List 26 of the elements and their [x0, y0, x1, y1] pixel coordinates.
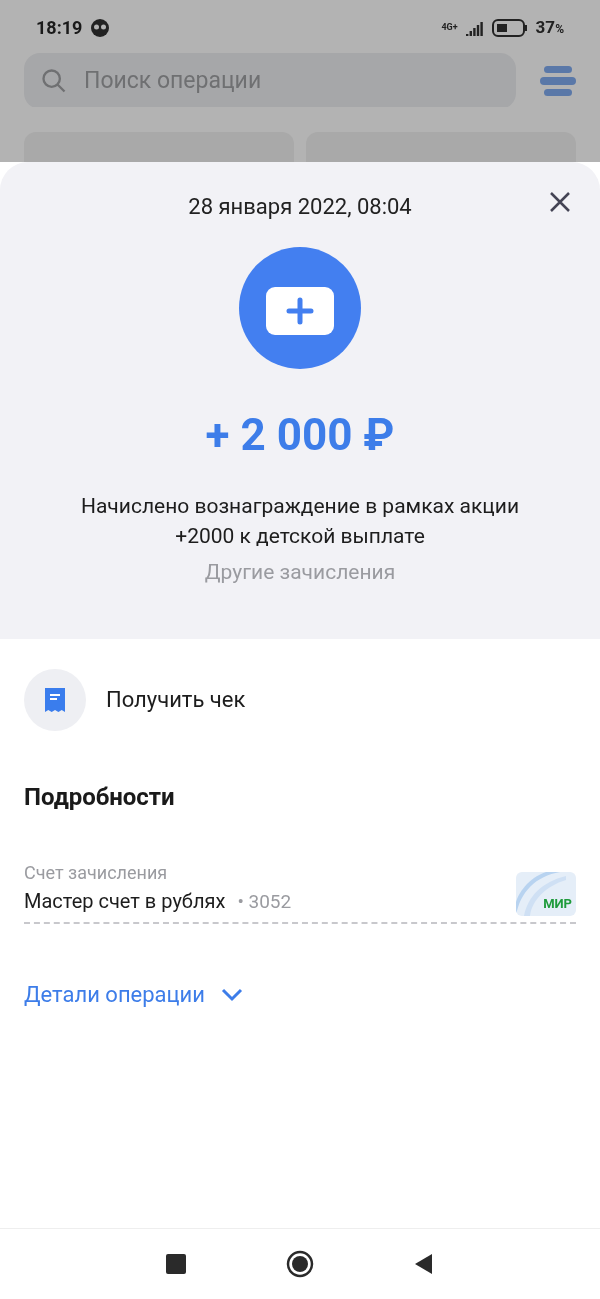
- battery-level: 37%: [535, 15, 564, 39]
- back-icon[interactable]: [414, 1253, 434, 1275]
- network-label: 4G+: [441, 23, 458, 32]
- battery-icon: [491, 18, 528, 37]
- card-brand: МИР: [543, 896, 572, 910]
- account-label: Счет зачисления: [24, 860, 169, 885]
- chevron-icon: [221, 987, 243, 1002]
- operation-details-toggle[interactable]: Детали операции: [24, 978, 576, 1011]
- account-number: • 3052: [237, 888, 292, 915]
- close-icon: [548, 190, 572, 214]
- recent-apps-icon[interactable]: [166, 1254, 186, 1274]
- signal-icon: [465, 19, 484, 36]
- search-icon: [40, 67, 68, 95]
- get-receipt-button[interactable]: Получить чек: [24, 668, 576, 731]
- section-title: Подробности: [24, 781, 176, 813]
- operation-description: Начислено вознаграждение в рамках акции +2000 к детской выплате: [79, 493, 521, 550]
- operation-date: 28 января 2022, 08:04: [188, 193, 412, 221]
- plus-card-icon: [239, 247, 361, 369]
- account-name: Мастер счет в рублях: [24, 887, 226, 915]
- close-button[interactable]: [548, 190, 572, 214]
- home-icon[interactable]: [286, 1250, 314, 1278]
- operation-category: Другие зачисления: [204, 559, 396, 586]
- menu-icon[interactable]: [540, 66, 576, 96]
- operation-amount: + 2 000 ₽: [205, 413, 395, 457]
- notification-icon: [90, 17, 111, 38]
- status-time: 18:19: [36, 16, 83, 40]
